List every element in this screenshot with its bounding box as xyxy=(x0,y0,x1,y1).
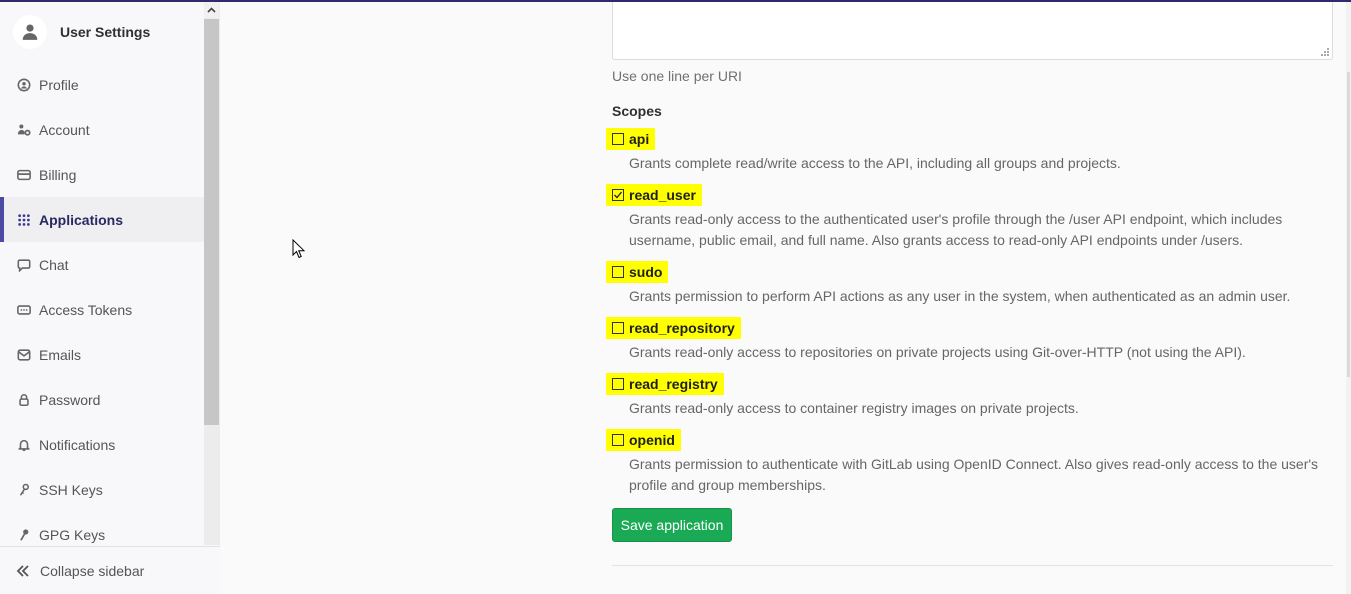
page-scrollbar[interactable] xyxy=(1346,2,1351,594)
sidebar-scrollbar[interactable] xyxy=(204,2,219,545)
account-icon xyxy=(16,122,32,138)
scope-name: sudo xyxy=(629,264,663,280)
scope-checkbox[interactable] xyxy=(612,434,624,446)
redirect-uri-help: Use one line per URI xyxy=(612,68,742,84)
scope-name: api xyxy=(629,131,650,147)
scope-description: Grants permission to authenticate with G… xyxy=(629,456,1319,493)
page-scrollbar-thumb[interactable] xyxy=(1347,72,1350,377)
sidebar-item-label: Emails xyxy=(39,346,82,363)
chevron-up-icon xyxy=(207,7,216,13)
sidebar-item-label: Password xyxy=(39,391,101,408)
profile-icon xyxy=(16,77,32,93)
scope-checkbox-label[interactable]: read_registry xyxy=(606,373,724,395)
scope-openid: openid Grants permission to authenticate… xyxy=(606,429,1319,496)
scope-sudo: sudo Grants permission to perform API ac… xyxy=(606,261,1319,307)
sidebar-item-password[interactable]: Password xyxy=(0,377,204,422)
scope-read-repository: read_repository Grants read-only access … xyxy=(606,317,1319,363)
sidebar-item-notifications[interactable]: Notifications xyxy=(0,422,204,467)
sidebar-item-label: Account xyxy=(39,121,90,138)
scope-description: Grants permission to perform API actions… xyxy=(629,288,1291,304)
scope-name: read_repository xyxy=(629,320,735,336)
sidebar-item-access-tokens[interactable]: Access Tokens xyxy=(0,287,204,332)
scope-read-user: read_user Grants read-only access to the… xyxy=(606,184,1319,251)
mouse-cursor-icon xyxy=(292,239,306,259)
scopes-label: Scopes xyxy=(612,103,662,119)
key-icon xyxy=(16,482,32,498)
key-icon xyxy=(16,527,32,543)
scope-checkbox[interactable] xyxy=(612,378,624,390)
sidebar-item-label: Billing xyxy=(39,166,77,183)
scope-checkbox-label[interactable]: sudo xyxy=(606,261,669,283)
form-divider xyxy=(612,565,1333,566)
scroll-up-button[interactable] xyxy=(204,2,219,18)
checkmark-icon xyxy=(614,191,623,199)
scope-checkbox[interactable] xyxy=(612,133,624,145)
sidebar-title: User Settings xyxy=(60,24,151,40)
scope-name: openid xyxy=(629,432,675,448)
sidebar-scrollbar-thumb[interactable] xyxy=(204,19,219,425)
settings-sidebar: User Settings Profile Account Billing Ap… xyxy=(0,0,220,594)
scope-description: Grants read-only access to container reg… xyxy=(629,400,1079,416)
scope-checkbox-label[interactable]: read_user xyxy=(606,184,702,206)
billing-icon xyxy=(16,167,32,183)
lock-icon xyxy=(16,392,32,408)
main-content: Use one line per URI Scopes api Grants c… xyxy=(221,2,1351,594)
chat-icon xyxy=(16,257,32,273)
scope-description: Grants complete read/write access to the… xyxy=(629,155,1121,171)
scope-name: read_user xyxy=(629,187,696,203)
sidebar-item-label: SSH Keys xyxy=(39,481,103,498)
avatar xyxy=(13,15,47,49)
scope-description: Grants read-only access to the authentic… xyxy=(629,211,1283,248)
scope-checkbox-label[interactable]: api xyxy=(606,128,656,150)
access-tokens-icon xyxy=(16,302,32,318)
sidebar-item-billing[interactable]: Billing xyxy=(0,152,204,197)
sidebar-item-label: Notifications xyxy=(39,436,116,453)
sidebar-item-applications[interactable]: Applications xyxy=(0,197,204,242)
sidebar-item-ssh-keys[interactable]: SSH Keys xyxy=(0,467,204,512)
redirect-uri-textarea[interactable] xyxy=(612,2,1333,60)
scope-description: Grants read-only access to repositories … xyxy=(629,344,1246,360)
collapse-sidebar-label: Collapse sidebar xyxy=(40,562,145,579)
top-header-border xyxy=(0,0,1351,2)
save-application-button[interactable]: Save application xyxy=(612,508,732,542)
sidebar-item-label: Profile xyxy=(39,76,79,93)
sidebar-header: User Settings xyxy=(0,2,204,62)
sidebar-nav: Profile Account Billing Applications Cha… xyxy=(0,62,204,557)
scope-checkbox-label[interactable]: read_repository xyxy=(606,317,741,339)
sidebar-item-account[interactable]: Account xyxy=(0,107,204,152)
double-chevron-left-icon xyxy=(16,564,29,577)
resize-grip-icon[interactable] xyxy=(1321,48,1329,56)
sidebar-item-emails[interactable]: Emails xyxy=(0,332,204,377)
scope-api: api Grants complete read/write access to… xyxy=(606,128,1319,174)
scope-checkbox[interactable] xyxy=(612,266,624,278)
scope-checkbox-label[interactable]: openid xyxy=(606,429,681,451)
scope-read-registry: read_registry Grants read-only access to… xyxy=(606,373,1319,419)
sidebar-item-label: Access Tokens xyxy=(39,301,133,318)
sidebar-item-label: GPG Keys xyxy=(39,526,106,543)
bell-icon xyxy=(16,437,32,453)
sidebar-item-label: Applications xyxy=(39,211,124,228)
applications-icon xyxy=(16,212,32,228)
scope-checkbox[interactable] xyxy=(612,322,624,334)
sidebar-item-label: Chat xyxy=(39,256,69,273)
scope-name: read_registry xyxy=(629,376,718,392)
emails-icon xyxy=(16,347,32,363)
collapse-sidebar-button[interactable]: Collapse sidebar xyxy=(0,546,220,594)
scope-checkbox[interactable] xyxy=(612,189,624,201)
sidebar-item-profile[interactable]: Profile xyxy=(0,62,204,107)
sidebar-item-chat[interactable]: Chat xyxy=(0,242,204,287)
user-icon xyxy=(22,24,38,40)
